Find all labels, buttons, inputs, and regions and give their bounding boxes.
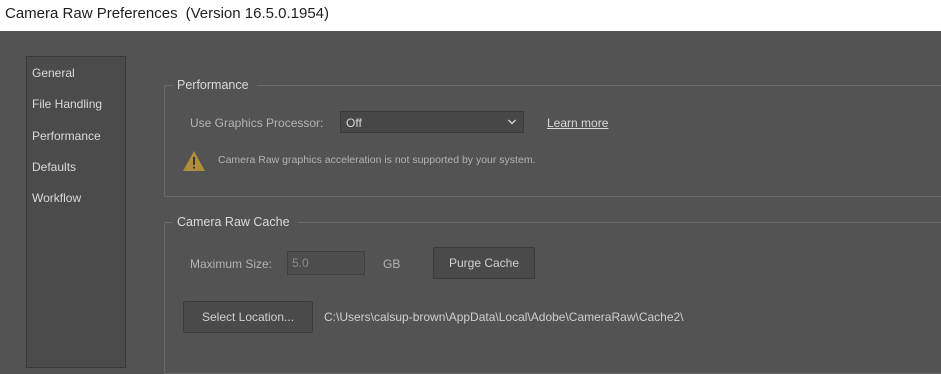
max-size-input[interactable] [287,251,365,275]
gpu-select[interactable]: Off [340,111,524,133]
gpu-select-value: Off [346,116,362,130]
window-title-group: Camera Raw Preferences (Version 16.5.0.19… [5,5,329,22]
gpu-label: Use Graphics Processor: [190,116,324,130]
sidebar-item-performance[interactable]: Performance [32,129,101,143]
max-size-label: Maximum Size: [190,257,273,271]
warning-icon [183,151,205,171]
select-location-button[interactable]: Select Location... [183,301,313,333]
max-size-unit: GB [383,257,401,271]
learn-more-link[interactable]: Learn more [547,116,608,130]
purge-cache-button[interactable]: Purge Cache [433,247,535,279]
sidebar-item-defaults[interactable]: Defaults [32,160,76,174]
cache-legend: Camera Raw Cache [173,215,298,229]
sidebar-item-file-handling[interactable]: File Handling [32,97,102,111]
title-bar: Camera Raw Preferences (Version 16.5.0.19… [0,0,941,31]
cache-path: C:\Users\calsup-brown\AppData\Local\Adob… [324,310,684,324]
cache-group [164,222,941,374]
preferences-sidebar: General File Handling Performance Defaul… [26,56,126,368]
gpu-warning-text: Camera Raw graphics acceleration is not … [218,154,536,166]
sidebar-item-general[interactable]: General [32,66,75,80]
sidebar-item-workflow[interactable]: Workflow [32,191,81,205]
performance-legend: Performance [173,78,257,92]
performance-group [164,85,941,197]
window-title: Camera Raw Preferences [5,5,178,22]
chevron-down-icon [508,119,516,125]
window-version: (Version 16.5.0.1954) [185,5,330,22]
